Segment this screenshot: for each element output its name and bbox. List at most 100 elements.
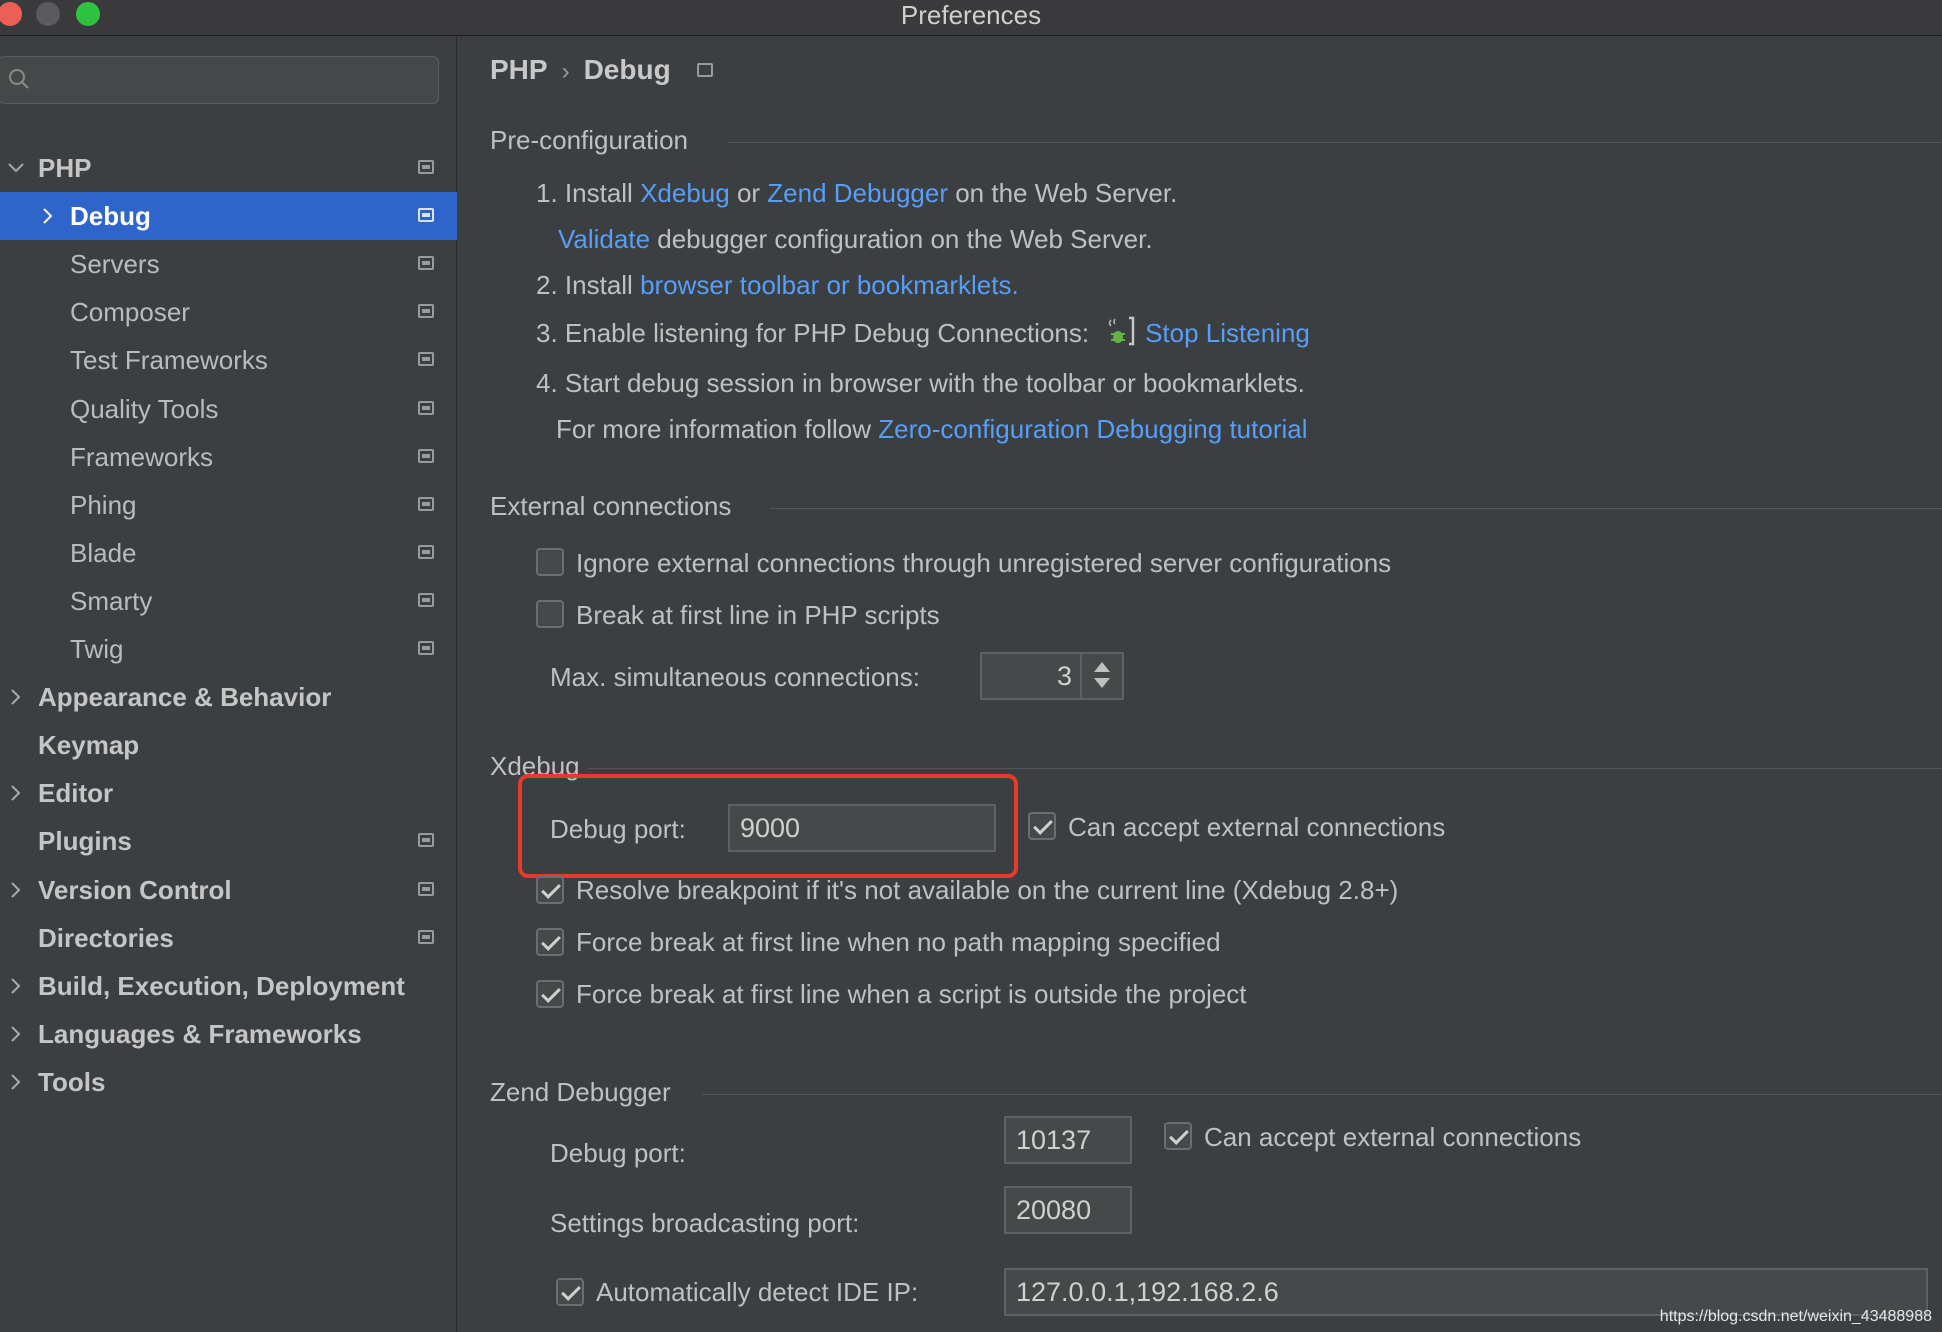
increment-arrow-icon[interactable]	[1094, 662, 1110, 672]
xdebug-port-input[interactable]: 9000	[728, 804, 996, 852]
sidebar-item-directories[interactable]: Directories	[0, 914, 457, 962]
window-title: Preferences	[900, 0, 1042, 30]
sidebar-item-label: Composer	[70, 297, 190, 328]
sidebar-item-tools[interactable]: Tools	[0, 1058, 457, 1106]
stop-listening-link[interactable]: Stop Listening	[1145, 318, 1310, 348]
chevron-right-icon[interactable]	[6, 1072, 26, 1092]
sidebar-item-servers[interactable]: Servers	[0, 240, 457, 288]
project-scope-icon	[418, 448, 434, 463]
resolve-breakpoint-label[interactable]: Resolve breakpoint if it's not available…	[576, 873, 1398, 907]
force-break-no-mapping-checkbox[interactable]	[536, 928, 564, 956]
section-divider	[770, 508, 1942, 509]
zero-config-tutorial-link[interactable]: Zero-configuration Debugging tutorial	[878, 414, 1307, 444]
preconfig-validate: Validate debugger configuration on the W…	[558, 222, 1153, 256]
project-scope-icon	[418, 929, 434, 944]
sidebar-item-debug[interactable]: Debug	[0, 192, 457, 241]
zend-accept-external-checkbox[interactable]	[1164, 1122, 1192, 1150]
break-first-line-checkbox[interactable]	[536, 600, 564, 628]
auto-detect-ip-label[interactable]: Automatically detect IDE IP:	[596, 1275, 918, 1309]
step2-text: 2. Install	[536, 270, 641, 300]
sidebar-item-twig[interactable]: Twig	[0, 625, 457, 673]
chevron-right-icon[interactable]	[6, 687, 26, 707]
xdebug-accept-external-checkbox[interactable]	[1028, 812, 1056, 840]
external-section-title: External connections	[490, 491, 732, 521]
break-first-line-label[interactable]: Break at first line in PHP scripts	[576, 598, 940, 632]
sidebar-item-editor[interactable]: Editor	[0, 769, 457, 817]
ignore-external-label[interactable]: Ignore external connections through unre…	[576, 546, 1391, 580]
force-break-outside-project-label[interactable]: Force break at first line when a script …	[576, 977, 1247, 1011]
max-connections-spinner[interactable]: 3	[980, 652, 1124, 700]
step1-or: or	[729, 178, 768, 208]
sidebar-item-plugins[interactable]: Plugins	[0, 817, 457, 865]
preconfig-step3: 3. Enable listening for PHP Debug Connec…	[536, 316, 1310, 350]
chevron-right-icon[interactable]	[6, 783, 26, 803]
spinner-arrows[interactable]	[1080, 654, 1122, 698]
debug-settings-panel: PHP › Debug Pre-configuration 1. Install X…	[458, 36, 1942, 1332]
sidebar-item-label: PHP	[38, 153, 92, 183]
zend-port-input[interactable]: 10137	[1004, 1116, 1132, 1164]
max-connections-value[interactable]: 3	[1057, 654, 1072, 698]
preconfig-step4: 4. Start debug session in browser with t…	[536, 368, 1305, 398]
sidebar-item-label: Debug	[70, 201, 151, 232]
browser-toolbar-link[interactable]: browser toolbar or bookmarklets.	[640, 270, 1019, 300]
project-scope-icon	[418, 592, 434, 607]
sidebar-item-keymap[interactable]: Keymap	[0, 721, 457, 769]
validate-link[interactable]: Validate	[558, 224, 650, 254]
project-scope-icon	[418, 400, 434, 415]
sidebar-item-smarty[interactable]: Smarty	[0, 577, 457, 625]
force-break-no-mapping-label[interactable]: Force break at first line when no path m…	[576, 925, 1221, 959]
zend-accept-external-label[interactable]: Can accept external connections	[1204, 1120, 1581, 1154]
sidebar-item-build-execution-deployment[interactable]: Build, Execution, Deployment	[0, 962, 457, 1010]
sidebar-item-label: Twig	[70, 634, 124, 664]
sidebar-item-test-frameworks[interactable]: Test Frameworks	[0, 336, 457, 384]
project-scope-icon	[418, 544, 434, 559]
sidebar-item-quality-tools[interactable]: Quality Tools	[0, 385, 457, 433]
sidebar-item-label: Version Control	[38, 874, 232, 905]
resolve-breakpoint-checkbox[interactable]	[536, 876, 564, 904]
step1-suffix: on the Web Server.	[947, 178, 1178, 208]
xdebug-link[interactable]: Xdebug	[640, 178, 730, 208]
chevron-right-icon[interactable]	[6, 976, 26, 996]
chevron-right-icon[interactable]	[6, 1024, 26, 1044]
broadcast-port-input[interactable]: 20080	[1004, 1186, 1132, 1234]
chevron-right-icon[interactable]	[38, 206, 58, 226]
sidebar-item-label: Servers	[70, 249, 160, 280]
settings-search-input[interactable]	[0, 56, 439, 104]
section-divider	[728, 142, 1942, 143]
chevron-right-icon[interactable]	[6, 880, 26, 900]
auto-detect-ip-checkbox[interactable]	[556, 1278, 584, 1306]
force-break-outside-project-checkbox[interactable]	[536, 980, 564, 1008]
sidebar-item-version-control[interactable]: Version Control	[0, 866, 457, 914]
zend-section-title: Zend Debugger	[490, 1077, 671, 1107]
breadcrumb-parent[interactable]: PHP	[490, 52, 548, 88]
xdebug-port-label: Debug port:	[550, 814, 686, 844]
sidebar-item-blade[interactable]: Blade	[0, 529, 457, 577]
sidebar-item-php[interactable]: PHP	[0, 144, 457, 192]
project-scope-icon	[418, 352, 434, 367]
xdebug-accept-external-label[interactable]: Can accept external connections	[1068, 810, 1445, 844]
sidebar-item-label: Test Frameworks	[70, 345, 268, 376]
sidebar-item-languages-frameworks[interactable]: Languages & Frameworks	[0, 1010, 457, 1058]
project-scope-icon	[418, 881, 434, 896]
breadcrumb-separator: ›	[561, 58, 570, 85]
ignore-external-checkbox[interactable]	[536, 548, 564, 576]
sidebar-item-appearance-behavior[interactable]: Appearance & Behavior	[0, 673, 457, 721]
breadcrumb: PHP › Debug	[490, 52, 713, 90]
project-scope-icon	[418, 496, 434, 511]
watermark-text: https://blog.csdn.net/weixin_43488988	[1659, 1308, 1932, 1325]
sidebar-item-label: Smarty	[70, 585, 153, 616]
search-icon	[9, 69, 29, 89]
sidebar-item-composer[interactable]: Composer	[0, 288, 457, 336]
chevron-down-icon[interactable]	[6, 158, 26, 178]
sidebar-item-label: Phing	[70, 489, 137, 520]
sidebar-item-label: Frameworks	[70, 441, 214, 472]
project-scope-icon	[418, 256, 434, 271]
sidebar-item-label: Tools	[38, 1066, 106, 1097]
preconfig-info: For more information follow Zero-configu…	[556, 412, 1308, 446]
sidebar-item-label: Directories	[38, 922, 174, 953]
listening-bug-icon[interactable]	[1107, 316, 1135, 346]
sidebar-item-phing[interactable]: Phing	[0, 481, 457, 529]
zend-debugger-link[interactable]: Zend Debugger	[767, 178, 948, 208]
sidebar-item-frameworks[interactable]: Frameworks	[0, 433, 457, 481]
decrement-arrow-icon[interactable]	[1094, 678, 1110, 688]
